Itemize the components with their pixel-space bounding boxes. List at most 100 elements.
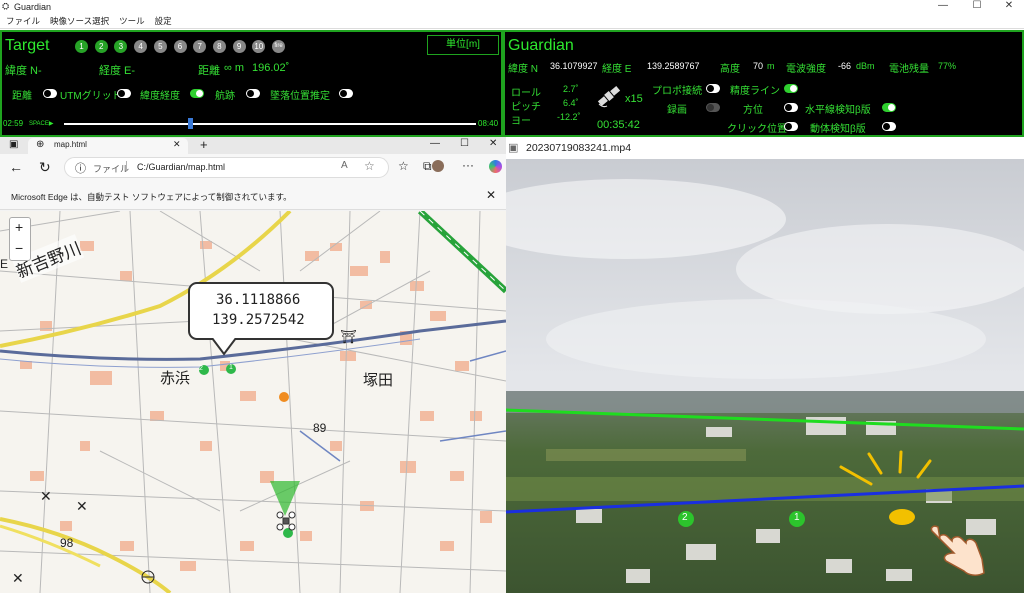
minimize-button[interactable]: — <box>930 0 956 14</box>
target-number-8[interactable]: 8 <box>212 40 226 53</box>
time-end: 08:40 <box>478 119 499 128</box>
target-longitude: 経度 E- <box>99 65 136 77</box>
toggle-motion-detect[interactable] <box>882 122 896 131</box>
toggle-label-track: 航跡 <box>215 91 235 102</box>
video-frame <box>506 159 1024 593</box>
target-number-6[interactable]: 6 <box>173 40 187 53</box>
tab-title: map.html <box>54 140 87 149</box>
favorite-star-icon[interactable]: ☆ <box>364 159 375 173</box>
info-icon[interactable]: ⓘ <box>75 160 86 176</box>
tab-actions-icon[interactable]: ▣ <box>9 139 18 150</box>
target-number-9[interactable]: 9 <box>232 40 246 53</box>
menu-tools[interactable]: ツール <box>119 15 145 27</box>
menu-settings[interactable]: 設定 <box>155 15 172 27</box>
new-tab-icon[interactable]: + <box>200 137 208 152</box>
browser-close-button[interactable]: ✕ <box>489 138 497 149</box>
map-canvas: ⛩ ✕ ✕ ✕ <box>0 211 506 593</box>
target-number-7[interactable]: 7 <box>193 40 207 53</box>
map-marker-1[interactable]: 1 <box>229 364 233 371</box>
menu-video-source[interactable]: 映像ソース選択 <box>50 15 109 27</box>
roll-label: ロール <box>511 88 541 99</box>
toggle-label-precision-line: 精度ライン <box>730 86 780 97</box>
toggle-label-crash-estimate: 墜落位置推定 <box>270 91 330 102</box>
notice-close-icon[interactable]: ✕ <box>486 188 496 202</box>
toggle-label-motion-detect: 動体検知β版 <box>810 124 866 135</box>
toggle-crash-estimate[interactable] <box>339 89 353 98</box>
altitude-value: 70 <box>753 61 764 71</box>
battery-label: 電池残量 <box>889 64 929 75</box>
toggle-label-propo: プロポ接続 <box>652 86 702 97</box>
toggle-direction[interactable] <box>784 103 798 112</box>
target-title: Target <box>5 37 50 54</box>
copilot-icon[interactable] <box>489 160 502 173</box>
space-hint: SPACE▶ <box>29 121 54 127</box>
read-aloud-icon[interactable]: A <box>341 160 348 171</box>
refresh-icon[interactable]: ↻ <box>39 159 51 176</box>
close-button[interactable]: ✕ <box>996 0 1022 14</box>
toggle-label-distance: 距離 <box>12 91 32 102</box>
target-number-4[interactable]: 4 <box>134 40 148 53</box>
browser-toolbar: ← ↻ ⓘ ファイル | C:/Guardian/map.html A ☆ ☆ … <box>0 154 506 182</box>
pitch-label: ピッチ <box>511 102 541 113</box>
zoom-control: + − <box>9 217 31 261</box>
address-bar[interactable]: ⓘ ファイル | C:/Guardian/map.html A ☆ <box>64 157 389 178</box>
toggle-label-utm-grid: UTMグリッド <box>60 91 122 102</box>
video-marker-2[interactable]: 2 <box>682 512 688 523</box>
longitude-label: 経度 E <box>602 64 632 75</box>
latitude-label: 緯度 N <box>508 64 538 75</box>
browser-tab[interactable]: ⊕ map.html ✕ <box>28 138 188 154</box>
collections-icon[interactable]: ⧉ <box>423 159 432 174</box>
app-icon: ⛭ <box>2 1 10 11</box>
toggle-precision-line[interactable] <box>784 84 798 93</box>
map-marker-2[interactable]: 2 <box>199 365 203 372</box>
toggle-propo[interactable] <box>706 84 720 93</box>
coordinate-popup: 36.1118866 139.2572542 <box>188 282 334 340</box>
address-prefix: ファイル <box>93 164 130 174</box>
maximize-button[interactable]: ☐ <box>964 0 990 14</box>
signal-unit: dBm <box>856 61 875 71</box>
back-icon[interactable]: ← <box>9 159 23 175</box>
target-number-fire[interactable]: fire <box>272 40 285 53</box>
toggle-label-latlon: 緯度経度 <box>140 91 180 102</box>
video-view[interactable]: 2 1 <box>506 159 1024 593</box>
toggle-utm-grid[interactable] <box>117 89 131 98</box>
target-number-1[interactable]: 1 <box>75 40 88 53</box>
target-number-2[interactable]: 2 <box>94 40 108 53</box>
video-file-icon: ▣ <box>508 142 519 154</box>
target-number-10[interactable]: 10 <box>252 40 266 53</box>
target-number-3[interactable]: 3 <box>114 40 128 53</box>
menu-file[interactable]: ファイル <box>6 15 40 27</box>
avatar[interactable] <box>432 160 444 172</box>
toggle-label-click-position: クリック位置 <box>727 124 787 135</box>
toggle-click-position[interactable] <box>784 122 798 131</box>
target-number-5[interactable]: 5 <box>153 40 167 53</box>
svg-text:⛩: ⛩ <box>340 329 357 345</box>
map-view[interactable]: ⛩ ✕ ✕ ✕ 新吉野川 赤浜 塚田 89 98 E 2 1 + − 36.11… <box>0 211 506 593</box>
toggle-distance[interactable] <box>43 89 57 98</box>
video-marker-1[interactable]: 1 <box>794 512 800 523</box>
toggle-track[interactable] <box>246 89 260 98</box>
zoom-in-button[interactable]: + <box>15 219 23 235</box>
toggle-record[interactable] <box>706 103 720 112</box>
toggle-label-horizon-detect: 水平線検知β版 <box>805 105 871 116</box>
unit-button[interactable]: 単位[m] <box>427 35 499 55</box>
address-divider: | <box>125 160 128 172</box>
browser-maximize-button[interactable]: ☐ <box>460 138 469 149</box>
seek-track[interactable] <box>64 123 476 125</box>
elevation-label-98: 98 <box>60 536 74 550</box>
favorites-icon[interactable]: ☆ <box>398 159 409 173</box>
notice-text: Microsoft Edge は、自動テスト ソフトウェアによって制御されていま… <box>11 192 292 202</box>
target-panel: Target 1 2 3 4 5 6 7 8 9 10 fire 単位[m] 緯度 N- 経度 E-… <box>0 30 503 137</box>
pitch-value: 6.4˚ <box>563 98 579 108</box>
toggle-label-direction: 方位 <box>743 105 763 116</box>
area-label-tsukada: 塚田 <box>363 372 394 389</box>
tab-close-icon[interactable]: ✕ <box>173 139 181 150</box>
seek-thumb[interactable] <box>187 118 193 129</box>
globe-icon: ⊕ <box>36 139 45 150</box>
more-menu-icon[interactable]: ··· <box>462 158 474 172</box>
zoom-out-button[interactable]: − <box>15 240 23 256</box>
toggle-horizon-detect[interactable] <box>882 103 896 112</box>
toggle-latlon[interactable] <box>190 89 204 98</box>
menu-bar: ファイル 映像ソース選択 ツール 設定 <box>0 14 1024 29</box>
browser-minimize-button[interactable]: — <box>430 138 440 149</box>
